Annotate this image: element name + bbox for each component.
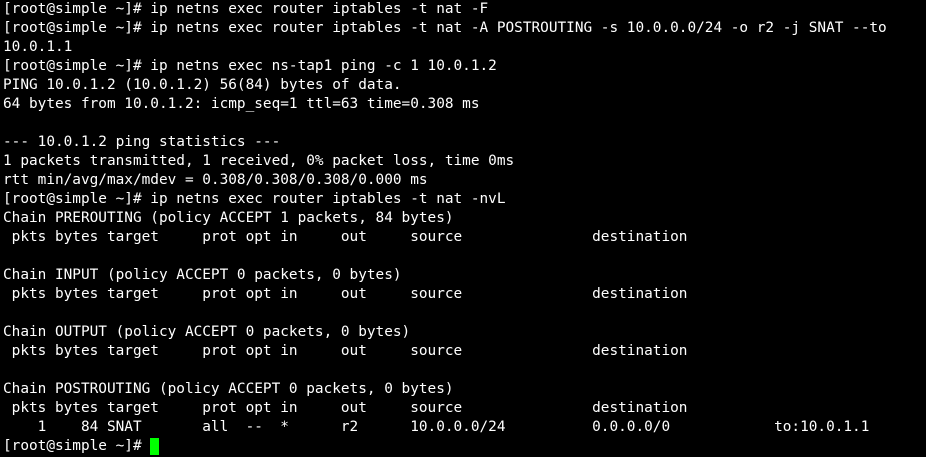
terminal-prompt: [root@simple ~]# bbox=[3, 438, 151, 454]
terminal-line: --- 10.0.1.2 ping statistics --- bbox=[3, 134, 281, 150]
terminal-line: [root@simple ~]# ip netns exec router ip… bbox=[3, 20, 887, 36]
terminal-line: Chain INPUT (policy ACCEPT 0 packets, 0 … bbox=[3, 267, 402, 283]
terminal-line: pkts bytes target prot opt in out source… bbox=[3, 343, 688, 359]
terminal-line: PING 10.0.1.2 (10.0.1.2) 56(84) bytes of… bbox=[3, 77, 402, 93]
terminal-line: 1 84 SNAT all -- * r2 10.0.0.0/24 0.0.0.… bbox=[3, 419, 870, 435]
terminal-line: 64 bytes from 10.0.1.2: icmp_seq=1 ttl=6… bbox=[3, 96, 480, 112]
terminal-line: pkts bytes target prot opt in out source… bbox=[3, 229, 688, 245]
terminal-line: Chain PREROUTING (policy ACCEPT 1 packet… bbox=[3, 210, 454, 226]
terminal-line: [root@simple ~]# ip netns exec router ip… bbox=[3, 1, 489, 17]
terminal-window[interactable]: [root@simple ~]# ip netns exec router ip… bbox=[0, 0, 926, 457]
terminal-line: Chain OUTPUT (policy ACCEPT 0 packets, 0… bbox=[3, 324, 411, 340]
terminal-line: pkts bytes target prot opt in out source… bbox=[3, 400, 688, 416]
terminal-line: rtt min/avg/max/mdev = 0.308/0.308/0.308… bbox=[3, 172, 428, 188]
terminal-line: Chain POSTROUTING (policy ACCEPT 0 packe… bbox=[3, 381, 454, 397]
terminal-line: 10.0.1.1 bbox=[3, 39, 73, 55]
terminal-cursor bbox=[150, 438, 160, 455]
terminal-line: [root@simple ~]# ip netns exec router ip… bbox=[3, 191, 506, 207]
terminal-line: pkts bytes target prot opt in out source… bbox=[3, 286, 688, 302]
terminal-line: [root@simple ~]# ip netns exec ns-tap1 p… bbox=[3, 58, 497, 74]
terminal-line: 1 packets transmitted, 1 received, 0% pa… bbox=[3, 153, 515, 169]
terminal-prompt-line[interactable]: [root@simple ~]# bbox=[3, 437, 926, 456]
